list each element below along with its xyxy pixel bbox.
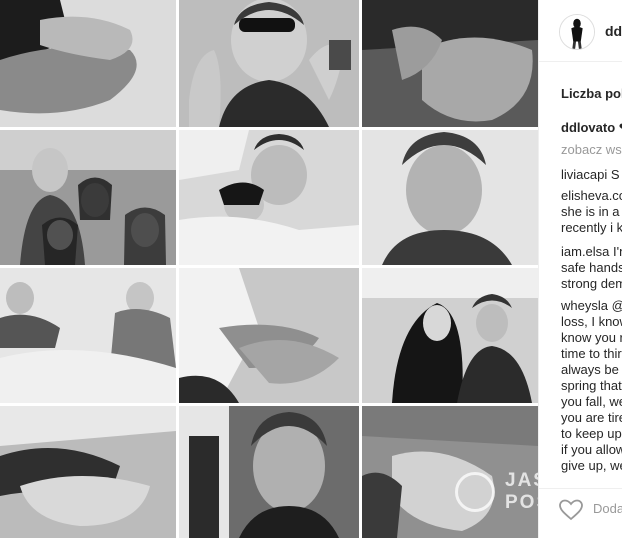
comment-line: liviacapi S bbox=[561, 167, 620, 182]
photo-grandma-sunglasses bbox=[179, 0, 359, 127]
comment-elisheva: elisheva.co she is in a recently i k bbox=[561, 188, 622, 236]
comment-liviacapi: liviacapi S bbox=[561, 167, 620, 183]
comment-line: to keep up bbox=[561, 426, 622, 441]
comment-iam-elsa: iam.elsa I'n safe hands strong dem bbox=[561, 244, 622, 292]
comment-line: wheysla @ bbox=[561, 298, 622, 313]
comment-line: time to thir bbox=[561, 346, 622, 361]
comment-line: safe hands bbox=[561, 260, 622, 275]
comment-line: strong dem bbox=[561, 276, 622, 291]
photo-hospital-bed bbox=[0, 268, 176, 403]
post-author-username[interactable]: ddl bbox=[605, 23, 622, 39]
comment-line: you are tire bbox=[561, 410, 622, 425]
photo-collage[interactable]: JAS POS bbox=[0, 0, 538, 538]
avatar-icon[interactable] bbox=[559, 14, 595, 50]
comment-line: iam.elsa I'n bbox=[561, 244, 622, 259]
site-watermark: JAS POS bbox=[455, 468, 538, 518]
comment-line: give up, we bbox=[561, 458, 622, 473]
comment-line: know you r bbox=[561, 330, 622, 345]
caption-username[interactable]: ddlovato bbox=[561, 120, 615, 135]
heart-icon[interactable] bbox=[559, 499, 583, 521]
photo-hands-1 bbox=[0, 0, 176, 127]
photo-hands-3 bbox=[179, 268, 359, 403]
watermark-line-2: POS bbox=[505, 492, 538, 513]
photo-hands-4 bbox=[0, 406, 176, 538]
photo-hands-2 bbox=[362, 0, 538, 127]
photo-family-group bbox=[0, 130, 176, 265]
post-header: ddl bbox=[539, 0, 622, 62]
photo-two-women bbox=[362, 268, 538, 403]
photo-grandma-smile bbox=[362, 130, 538, 265]
see-all-comments-link[interactable]: zobacz ws bbox=[561, 142, 622, 157]
comment-line: elisheva.co bbox=[561, 188, 622, 203]
comment-line: spring that bbox=[561, 378, 622, 393]
comment-line: she is in a bbox=[561, 204, 620, 219]
watermark-line-1: JAS bbox=[505, 470, 538, 491]
post-footer: Dodaj bbox=[539, 488, 622, 538]
comment-wheysla: wheysla @ loss, I know know you r time t… bbox=[561, 298, 622, 474]
comment-line: you fall, we bbox=[561, 394, 622, 409]
watermark-logo bbox=[455, 472, 495, 512]
photo-bed-hug bbox=[179, 130, 359, 265]
comment-line: always be bbox=[561, 362, 619, 377]
post-caption: ddlovato ❤ bbox=[561, 120, 622, 136]
photo-grandma-portrait bbox=[179, 406, 359, 538]
add-comment-input[interactable]: Dodaj bbox=[593, 501, 622, 516]
comment-line: loss, I know bbox=[561, 314, 622, 329]
post-sidebar: ddl Liczba polu ddlovato ❤ zobacz ws liv… bbox=[538, 0, 622, 538]
comment-line: recently i k bbox=[561, 220, 622, 235]
likes-count[interactable]: Liczba polu bbox=[561, 86, 622, 101]
comment-line: if you allow bbox=[561, 442, 622, 457]
